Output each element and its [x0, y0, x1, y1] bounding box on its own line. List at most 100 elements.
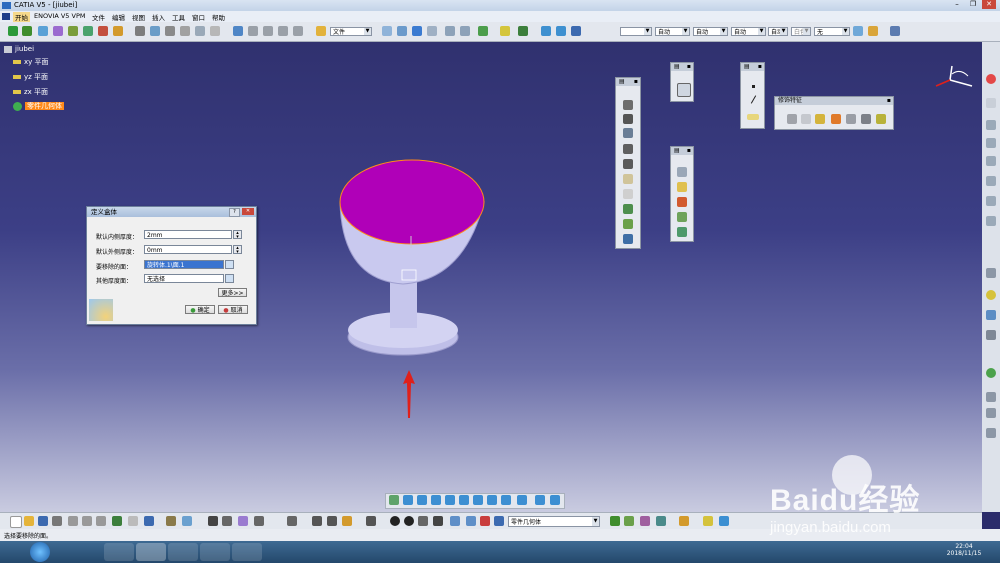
shading-icon[interactable]	[517, 495, 527, 505]
other-thickness-select-icon[interactable]	[225, 274, 234, 283]
copy-icon[interactable]	[82, 516, 92, 526]
fit-all-icon[interactable]	[403, 495, 413, 505]
mirror-icon[interactable]	[986, 392, 996, 402]
define-work-object-icon[interactable]	[494, 516, 504, 526]
menu-file[interactable]: 文件	[92, 12, 105, 22]
white-combo[interactable]: 白色 ▼	[791, 27, 811, 36]
properties-icon[interactable]	[890, 26, 900, 36]
plane-sketch-icon[interactable]	[624, 516, 634, 526]
exit-sketch-icon[interactable]	[986, 74, 996, 84]
sew-surface-icon[interactable]	[677, 212, 687, 222]
decimals-icon[interactable]	[433, 516, 443, 526]
inner-thickness-spinner[interactable]: ▴ ▾	[233, 230, 242, 240]
shell-icon[interactable]	[831, 114, 841, 124]
law-icon[interactable]	[195, 26, 205, 36]
undo-icon[interactable]	[112, 516, 122, 526]
close-surface-icon[interactable]	[677, 197, 687, 207]
spline-icon[interactable]	[986, 216, 996, 226]
file-combo[interactable]: 文件 ▼	[330, 27, 372, 36]
body-combo[interactable]: 零件几何体 ▼	[508, 516, 600, 527]
auto-combo-1[interactable]: 自动 ▼	[655, 27, 690, 36]
menu-insert[interactable]: 插入	[152, 12, 165, 22]
taskbar-ie-icon[interactable]	[104, 543, 134, 561]
stiffener-icon[interactable]	[623, 204, 633, 214]
faces-to-remove-field[interactable]: 旋转体.1\面.1	[144, 260, 224, 269]
pattern-icon[interactable]	[640, 516, 650, 526]
catalog-browser-icon[interactable]	[254, 516, 264, 526]
compass-icon[interactable]	[930, 64, 980, 100]
sphere-icon[interactable]	[986, 290, 996, 300]
faces-to-remove-select-icon[interactable]	[225, 260, 234, 269]
more-button[interactable]: 更多>>	[218, 288, 247, 297]
multi-view-icon[interactable]	[487, 495, 497, 505]
pad-icon[interactable]	[623, 100, 633, 110]
paint-icon[interactable]	[853, 26, 863, 36]
auto-combo-4[interactable]: 自动 ▼	[768, 27, 788, 36]
apply-material-icon[interactable]	[150, 26, 160, 36]
scan-icon[interactable]	[287, 516, 297, 526]
menu-tools[interactable]: 工具	[172, 12, 185, 22]
cancel-button[interactable]: ● 取消	[218, 305, 248, 314]
analysis-icon[interactable]	[500, 26, 510, 36]
auto-combo-3[interactable]: 自动 ▼	[731, 27, 766, 36]
sketch-icon[interactable]	[38, 26, 48, 36]
law-editor-icon[interactable]	[238, 516, 248, 526]
select-arrow-icon[interactable]	[986, 268, 996, 278]
grid-toggle-icon[interactable]	[986, 408, 996, 418]
ok-button[interactable]: ● 确定	[185, 305, 215, 314]
hide-show-icon[interactable]	[445, 26, 455, 36]
rotate-view-icon[interactable]	[431, 495, 441, 505]
design-table-icon[interactable]	[222, 516, 232, 526]
comment-icon[interactable]	[182, 516, 192, 526]
distance-icon[interactable]	[312, 516, 322, 526]
sketch-plane-icon[interactable]	[677, 83, 691, 97]
snap-icon[interactable]	[986, 138, 996, 148]
menu-help[interactable]: 帮助	[212, 12, 225, 22]
remove-loft-icon[interactable]	[623, 234, 633, 244]
spiral-icon[interactable]	[390, 516, 400, 526]
open-file-icon[interactable]	[24, 516, 34, 526]
swap-space-icon[interactable]	[550, 495, 560, 505]
cup-model[interactable]	[330, 152, 500, 362]
reframe-icon[interactable]	[397, 26, 407, 36]
tree-item-part-body[interactable]: 零件几何体	[4, 100, 64, 113]
pocket-icon[interactable]	[623, 114, 633, 124]
tree-item-xy-plane[interactable]: xy 平面	[4, 55, 64, 70]
constraint-tool-icon[interactable]	[986, 330, 996, 340]
auto-combo-2[interactable]: 自动 ▼	[693, 27, 728, 36]
save-icon[interactable]	[38, 516, 48, 526]
whats-this-icon[interactable]	[144, 516, 154, 526]
update-icon[interactable]	[83, 26, 93, 36]
inertia-icon[interactable]	[342, 516, 352, 526]
hide-icon[interactable]	[535, 495, 545, 505]
inner-thickness-input[interactable]: 2mm	[144, 230, 232, 239]
taskbar-catia-icon[interactable]	[136, 543, 166, 561]
catalog-icon[interactable]	[135, 26, 145, 36]
thread-icon[interactable]	[861, 114, 871, 124]
cube-icon[interactable]	[986, 310, 996, 320]
slot-icon[interactable]	[623, 189, 633, 199]
folder-icon[interactable]	[316, 26, 326, 36]
redo-icon[interactable]	[128, 516, 138, 526]
new-file-icon[interactable]	[10, 516, 22, 528]
rib-icon[interactable]	[623, 174, 633, 184]
reference-icon[interactable]	[248, 26, 258, 36]
move-icon[interactable]	[8, 26, 18, 36]
scissors-icon[interactable]	[98, 26, 108, 36]
grid-icon[interactable]	[986, 120, 996, 130]
chamfer-icon[interactable]	[801, 114, 811, 124]
layer-combo[interactable]: 无 ▼	[814, 27, 850, 36]
split-icon[interactable]	[677, 167, 687, 177]
units-icon[interactable]	[418, 516, 428, 526]
surface-icon[interactable]	[263, 26, 273, 36]
construction-icon[interactable]	[986, 156, 996, 166]
taskbar-window-icon[interactable]	[232, 543, 262, 561]
line-combo[interactable]: ▼	[620, 27, 652, 36]
fillet-icon[interactable]	[787, 114, 797, 124]
tree-item-zx-plane[interactable]: zx 平面	[4, 85, 64, 100]
drawing-icon[interactable]	[293, 26, 303, 36]
rotate-icon[interactable]	[412, 26, 422, 36]
apply-material-tool-icon[interactable]	[679, 516, 689, 526]
profile-icon[interactable]	[986, 176, 996, 186]
database-icon[interactable]	[450, 516, 460, 526]
